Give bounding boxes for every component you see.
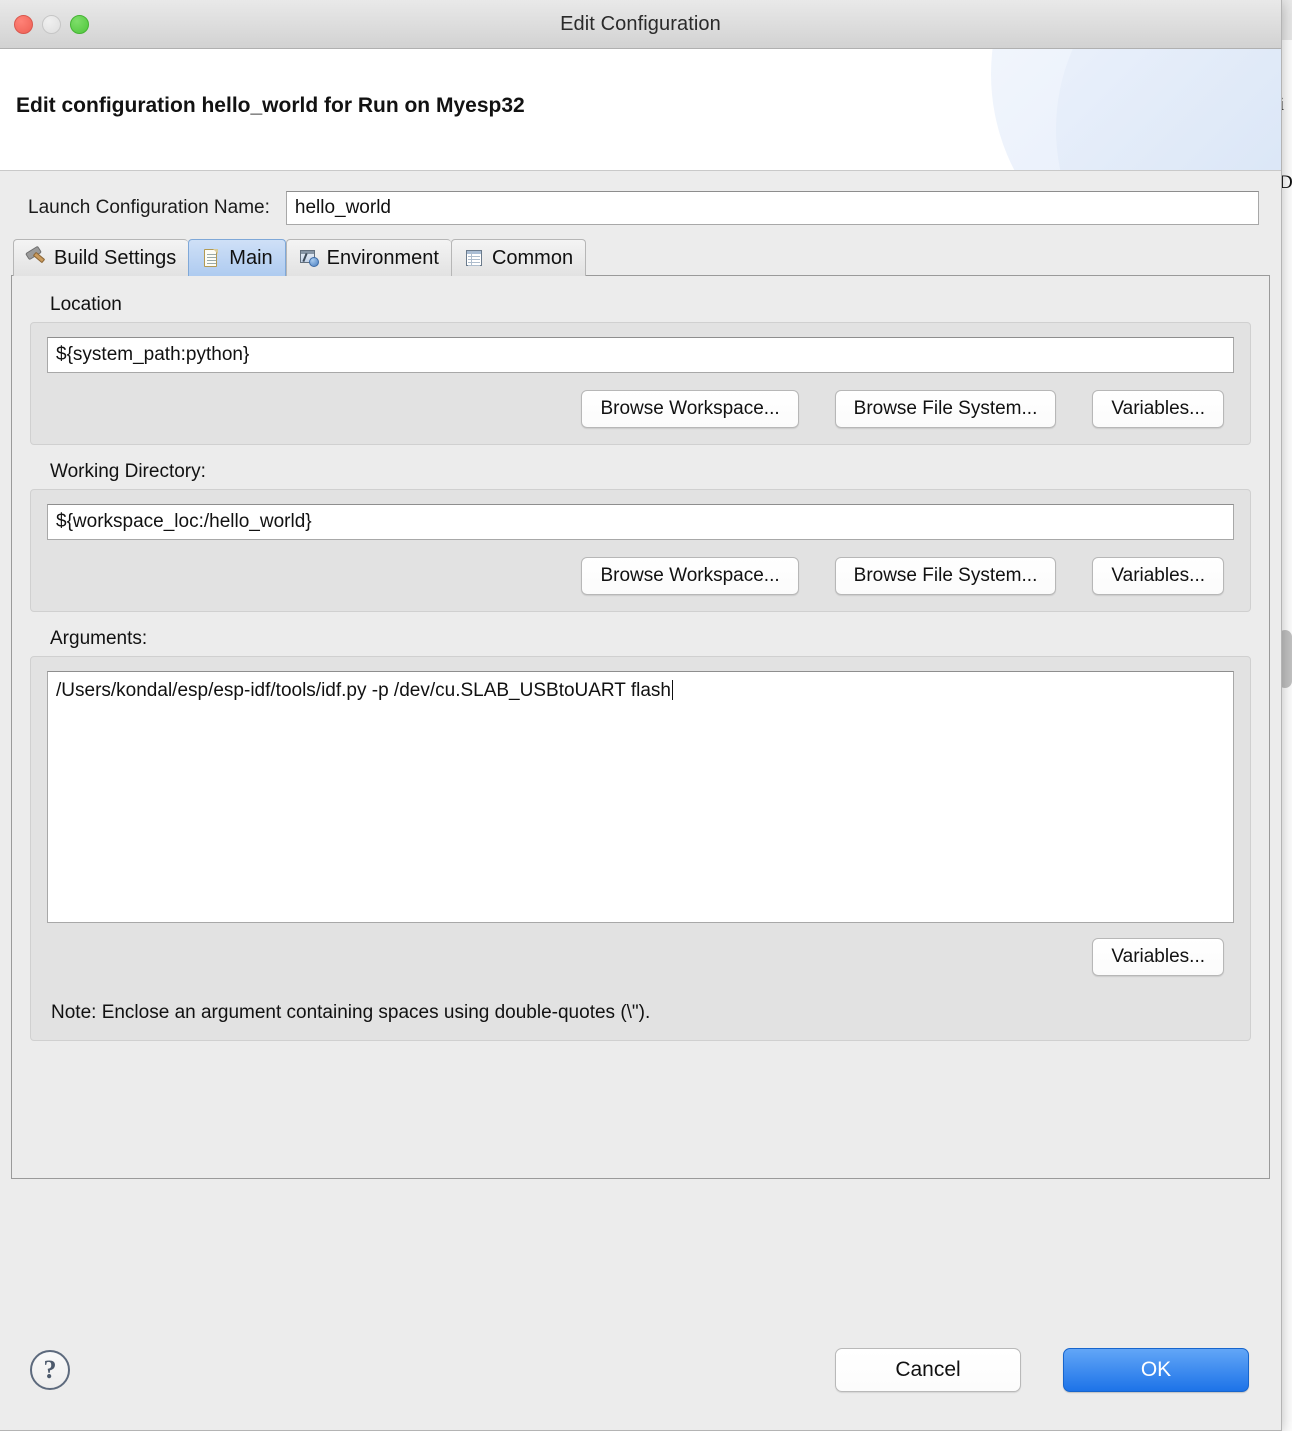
working-directory-browse-file-system-button[interactable]: Browse File System... (834, 557, 1057, 595)
arguments-variables-button[interactable]: Variables... (1092, 938, 1224, 976)
arguments-label: Arguments: (50, 628, 148, 649)
window-titlebar: Edit Configuration (0, 0, 1281, 49)
working-directory-input[interactable] (47, 504, 1234, 540)
close-window-button[interactable] (14, 14, 33, 34)
header-decoration-arc (991, 49, 1281, 170)
working-directory-group: Browse Workspace... Browse File System..… (30, 489, 1251, 612)
location-label: Location (50, 294, 122, 315)
location-browse-workspace-button[interactable]: Browse Workspace... (581, 390, 799, 428)
arguments-note: Note: Enclose an argument containing spa… (51, 1002, 651, 1023)
location-button-row: Browse Workspace... Browse File System..… (47, 390, 1234, 428)
location-browse-file-system-button[interactable]: Browse File System... (834, 390, 1057, 428)
working-directory-variables-button[interactable]: Variables... (1092, 557, 1224, 595)
tab-environment[interactable]: Environment (285, 239, 451, 276)
tab-folder: Build Settings Main Environment Common L… (11, 239, 1270, 1179)
cancel-button[interactable]: Cancel (835, 1348, 1021, 1392)
tab-label: Common (491, 246, 574, 269)
tab-main[interactable]: Main (188, 239, 286, 276)
document-icon (201, 247, 221, 269)
working-directory-button-row: Browse Workspace... Browse File System..… (47, 557, 1234, 595)
location-variables-button[interactable]: Variables... (1092, 390, 1224, 428)
help-icon[interactable]: ? (30, 1350, 70, 1390)
tab-label: Main (229, 246, 273, 269)
tab-label: Build Settings (54, 246, 177, 269)
location-group: Browse Workspace... Browse File System..… (30, 322, 1251, 445)
tab-common[interactable]: Common (450, 239, 587, 276)
main-tab-panel: Location Browse Workspace... Browse File… (11, 275, 1270, 1179)
header-decoration-arc (1056, 49, 1281, 170)
tab-build-settings[interactable]: Build Settings (13, 239, 189, 276)
tab-strip: Build Settings Main Environment Common (11, 239, 1270, 276)
environment-icon (299, 247, 319, 269)
text-cursor (672, 680, 673, 700)
dialog-header-title: Edit configuration hello_world for Run o… (16, 94, 525, 117)
minimize-window-button[interactable] (42, 14, 61, 34)
launch-configuration-name-label: Launch Configuration Name: (28, 197, 270, 218)
working-directory-label: Working Directory: (50, 461, 206, 482)
edit-configuration-dialog: Edit Configuration Edit configuration he… (0, 0, 1282, 1431)
window-controls (14, 14, 89, 34)
arguments-textarea[interactable]: /Users/kondal/esp/esp-idf/tools/idf.py -… (47, 671, 1234, 923)
table-icon (464, 247, 484, 269)
ok-button[interactable]: OK (1063, 1348, 1249, 1392)
arguments-group: /Users/kondal/esp/esp-idf/tools/idf.py -… (30, 656, 1251, 1041)
arguments-text: /Users/kondal/esp/esp-idf/tools/idf.py -… (56, 680, 671, 701)
location-section: Location Browse Workspace... Browse File… (30, 294, 1251, 445)
working-directory-section: Working Directory: Browse Workspace... B… (30, 461, 1251, 612)
maximize-window-button[interactable] (70, 14, 89, 34)
tab-label: Environment (326, 246, 439, 269)
launch-configuration-name-row: Launch Configuration Name: (0, 171, 1281, 225)
arguments-section: Arguments: /Users/kondal/esp/esp-idf/too… (30, 628, 1251, 1041)
location-input[interactable] (47, 337, 1234, 373)
working-directory-browse-workspace-button[interactable]: Browse Workspace... (581, 557, 799, 595)
dialog-header-banner: Edit configuration hello_world for Run o… (0, 49, 1281, 171)
hammer-icon (25, 245, 46, 269)
dialog-footer: ? Cancel OK (0, 1310, 1281, 1430)
launch-configuration-name-input[interactable] (285, 191, 1259, 225)
window-title: Edit Configuration (560, 12, 721, 35)
dialog-body: Launch Configuration Name: Build Setting… (0, 171, 1281, 1430)
arguments-button-row: Variables... (47, 938, 1234, 976)
